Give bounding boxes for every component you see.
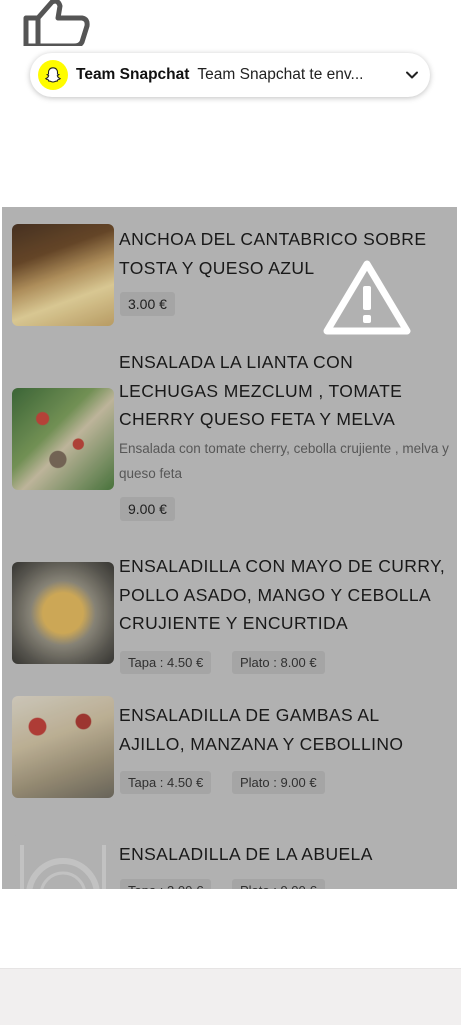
notification-message: Team Snapchat te env... xyxy=(197,66,364,83)
chevron-down-icon[interactable] xyxy=(404,67,420,83)
dish-title: ENSALADILLA DE LA ABUELA xyxy=(119,844,373,864)
dish-photo xyxy=(12,224,114,326)
notification-app-name: Team Snapchat xyxy=(76,66,190,83)
dish-title: ENSALADA LA LIANTA CON LECHUGAS MEZCLUM … xyxy=(119,352,403,429)
thumbs-up-icon xyxy=(23,0,90,46)
price-badge-plato: Plato : 9.00 € xyxy=(232,879,325,889)
dish-description: Ensalada con tomate cherry, cebolla cruj… xyxy=(119,441,449,481)
dish-title: ENSALADILLA CON MAYO DE CURRY, POLLO ASA… xyxy=(119,556,446,633)
price-badge: 3.00 € xyxy=(120,292,175,316)
dish-title: ENSALADILLA DE GAMBAS AL AJILLO, MANZANA… xyxy=(119,705,404,754)
price-badge-tapa: Tapa : 3.00 € xyxy=(120,879,212,889)
dish-photo xyxy=(12,562,114,664)
plate-placeholder-icon xyxy=(12,835,114,889)
price-badge: 9.00 € xyxy=(120,497,175,521)
price-badge-plato: Plato : 8.00 € xyxy=(232,651,325,674)
price-badge-plato: Plato : 9.00 € xyxy=(232,771,325,794)
dish-photo xyxy=(12,388,114,490)
snapchat-ghost-icon xyxy=(38,60,68,90)
warning-triangle-icon xyxy=(323,260,411,335)
bottom-bar xyxy=(0,968,461,1025)
snapchat-notification[interactable]: Team Snapchat Team Snapchat te env... xyxy=(30,53,430,97)
dish-photo xyxy=(12,696,114,798)
price-badge-tapa: Tapa : 4.50 € xyxy=(120,771,212,794)
price-badge-tapa: Tapa : 4.50 € xyxy=(120,651,212,674)
